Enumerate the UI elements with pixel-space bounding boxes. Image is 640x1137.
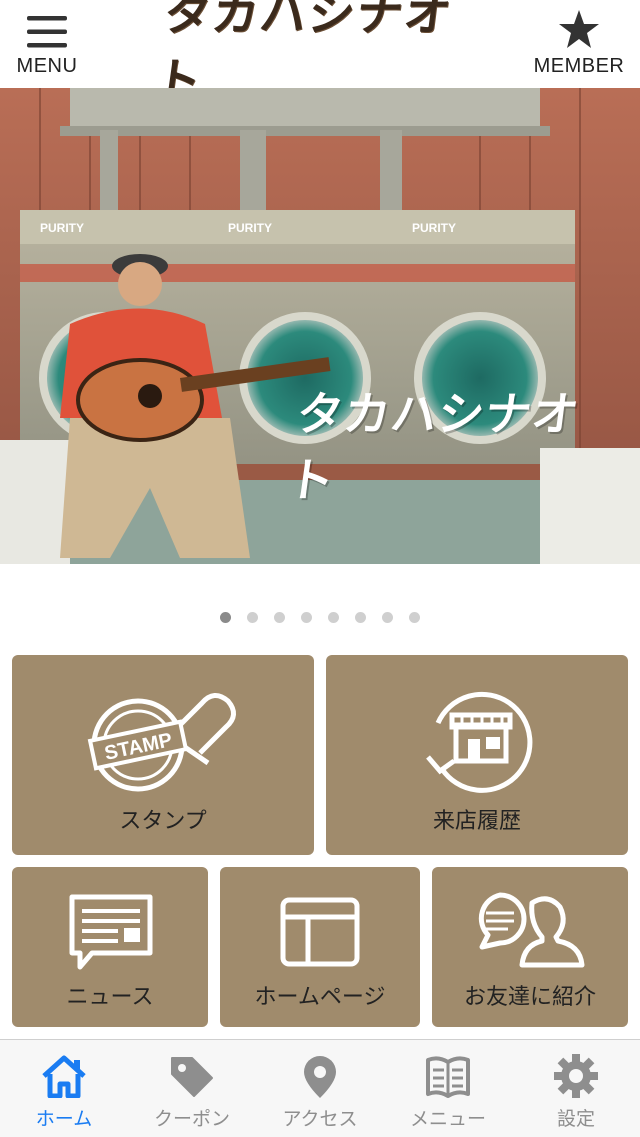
homepage-tile-label: ホームページ <box>254 985 386 1010</box>
tab-home-label: ホーム <box>35 1108 93 1130</box>
refer-friend-tile[interactable]: お友達に紹介 <box>432 867 628 1027</box>
news-icon <box>69 894 153 970</box>
tab-settings-label: 設定 <box>556 1108 595 1130</box>
news-tile[interactable]: ニュース <box>12 867 208 1027</box>
tab-settings[interactable]: 設定 <box>512 1040 640 1137</box>
browser-window-icon <box>280 897 360 967</box>
map-pin-icon <box>304 1056 336 1098</box>
app-logo: タカハシナオト <box>151 0 480 107</box>
tab-menu-label: メニュー <box>409 1108 486 1130</box>
gear-icon <box>554 1054 598 1098</box>
refer-friend-tile-label: お友達に紹介 <box>463 985 596 1010</box>
carousel-dot[interactable] <box>274 612 285 623</box>
carousel-dot[interactable] <box>301 612 312 623</box>
tab-access[interactable]: アクセス <box>256 1040 384 1137</box>
hamburger-icon <box>27 16 67 48</box>
friend-chat-icon <box>478 892 585 968</box>
tab-access-label: アクセス <box>282 1108 358 1130</box>
menu-label: MENU <box>16 55 78 77</box>
tab-coupon-label: クーポン <box>153 1108 230 1130</box>
tab-menu[interactable]: メニュー <box>384 1040 512 1137</box>
menu-button[interactable]: MENU <box>0 0 102 88</box>
member-button[interactable]: MEMBER <box>524 0 634 88</box>
tab-coupon[interactable]: クーポン <box>128 1040 256 1137</box>
visit-history-tile[interactable]: 来店履歴 <box>326 655 628 855</box>
svg-text:PURITY: PURITY <box>40 221 84 235</box>
tag-icon <box>171 1057 213 1097</box>
member-label: MEMBER <box>533 55 625 77</box>
stamp-icon: STAMP <box>87 693 236 792</box>
svg-text:PURITY: PURITY <box>228 221 272 235</box>
hero-overlay-title: タカハシナオト <box>284 387 583 507</box>
hero-carousel-image[interactable]: PURITY PURITY PURITY タカハシナオト <box>0 88 640 564</box>
visit-history-tile-label: 来店履歴 <box>432 809 521 834</box>
star-icon <box>559 10 599 48</box>
carousel-dot[interactable] <box>382 612 393 623</box>
bottom-tab-bar: ホーム クーポン アクセス メニュー 設定 <box>0 1039 640 1137</box>
carousel-dots <box>0 612 640 634</box>
news-tile-label: ニュース <box>66 985 154 1010</box>
homepage-tile[interactable]: ホームページ <box>220 867 420 1027</box>
carousel-dot[interactable] <box>328 612 339 623</box>
carousel-dot[interactable] <box>247 612 258 623</box>
carousel-dot[interactable] <box>220 612 231 623</box>
tab-home[interactable]: ホーム <box>0 1040 128 1137</box>
svg-text:PURITY: PURITY <box>412 221 456 235</box>
app-header: MENU タカハシナオト MEMBER <box>0 0 640 107</box>
store-history-icon <box>426 691 533 793</box>
home-icon <box>42 1055 86 1098</box>
book-icon <box>426 1056 470 1098</box>
carousel-dot[interactable] <box>409 612 420 623</box>
stamp-tile-label: スタンプ <box>119 809 207 834</box>
carousel-dot[interactable] <box>355 612 366 623</box>
stamp-tile[interactable]: STAMP スタンプ <box>12 655 314 855</box>
logo-text: タカハシナオト <box>151 0 457 107</box>
